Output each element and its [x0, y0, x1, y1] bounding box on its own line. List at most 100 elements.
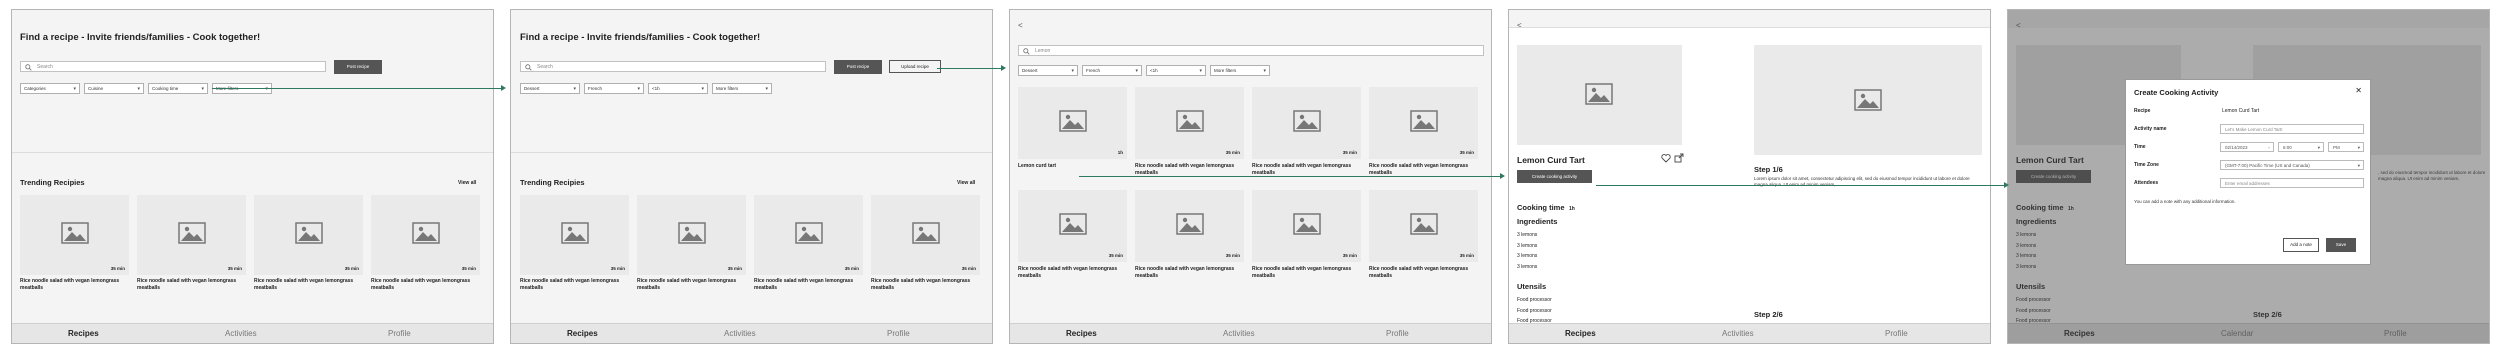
screen-home: Find a recipe - Invite friends/families …: [11, 9, 494, 344]
nav-profile[interactable]: Profile: [1885, 329, 1908, 338]
recipe-card-image[interactable]: 35 min: [1018, 190, 1127, 262]
filter-cuisine[interactable]: French ▾: [584, 83, 644, 94]
nav-activities[interactable]: Activities: [1722, 329, 1754, 338]
post-recipe-button[interactable]: Post recipe: [334, 60, 382, 74]
recipe-card-image[interactable]: 35 min: [254, 195, 363, 275]
nav-profile[interactable]: Profile: [1386, 329, 1409, 338]
view-all-link[interactable]: View all: [458, 180, 476, 186]
card-caption[interactable]: Rice noodle salad with vegan lemongrass …: [254, 278, 363, 291]
filter-cuisine[interactable]: Cuisine ▾: [84, 83, 144, 94]
recipe-card-image[interactable]: 35 min: [1135, 190, 1244, 262]
filter-more[interactable]: More filters▾: [1210, 65, 1270, 76]
activity-name-input[interactable]: Let's Make Lemon Curd Tart!: [2220, 124, 2364, 134]
card-caption[interactable]: Rice noodle salad with vegan lemongrass …: [20, 278, 129, 291]
nav-recipes[interactable]: Recipes: [1066, 329, 1097, 338]
nav-activities[interactable]: Activities: [225, 329, 257, 338]
utensils-heading: Utensils: [1517, 282, 1547, 291]
filter-categories[interactable]: Categories ▾: [20, 83, 80, 94]
recipe-card-image[interactable]: 1h: [1018, 87, 1127, 159]
ingredient-item: 3 lemons: [1517, 242, 1538, 249]
step-heading: Step 1/6: [1754, 165, 1783, 174]
search-input[interactable]: Search: [20, 61, 326, 72]
filter-category[interactable]: Dessert ▾: [520, 83, 580, 94]
recipe-card-image[interactable]: 35 min: [1135, 87, 1244, 159]
attendees-input[interactable]: Enter email addresses: [2220, 178, 2364, 188]
recipe-card-image[interactable]: 35 min: [637, 195, 746, 275]
upload-recipe-button[interactable]: Upload recipe: [889, 60, 941, 73]
card-time: 1h: [1117, 150, 1123, 155]
create-activity-button[interactable]: Create cooking activity: [1517, 170, 1592, 183]
top-bar: [1509, 10, 1990, 28]
share-icon[interactable]: [1674, 153, 1684, 163]
recipe-card-image[interactable]: 35 min: [371, 195, 480, 275]
recipe-card-image[interactable]: 35 min: [1252, 190, 1361, 262]
ampm-select[interactable]: PM ▾: [2328, 142, 2364, 152]
card-caption[interactable]: Rice noodle salad with vegan lemongrass …: [637, 278, 746, 291]
card-caption[interactable]: Rice noodle salad with vegan lemongrass …: [137, 278, 246, 291]
recipe-card-image[interactable]: 35 min: [1369, 190, 1478, 262]
card-caption[interactable]: Rice noodle salad with vegan lemongrass …: [1252, 163, 1361, 176]
trending-heading: Trending Recipies: [520, 178, 585, 187]
step-text: Lorem ipsum dolor sit amet, consectetur …: [1754, 176, 1970, 187]
save-button[interactable]: Save: [2326, 238, 2356, 252]
timezone-select[interactable]: (GMT-7:00) Pacific Time (US and Canada) ▾: [2220, 160, 2364, 170]
card-caption[interactable]: Rice noodle salad with vegan lemongrass …: [1018, 266, 1127, 279]
filter-category[interactable]: Dessert ▾: [1018, 65, 1078, 76]
nav-recipes[interactable]: Recipes: [68, 329, 99, 338]
post-recipe-button[interactable]: Post recipe: [834, 60, 882, 74]
search-input[interactable]: Search: [520, 61, 826, 72]
search-icon: [525, 64, 532, 71]
nav-recipes[interactable]: Recipes: [567, 329, 598, 338]
recipe-card-image[interactable]: 35 min: [871, 195, 980, 275]
card-caption[interactable]: Rice noodle salad with vegan lemongrass …: [1135, 266, 1244, 279]
view-all-link[interactable]: View all: [957, 180, 975, 186]
date-picker[interactable]: 02/14/2023 ▫: [2220, 142, 2274, 152]
image-placeholder-icon: [1293, 213, 1321, 235]
ingredient-item: 3 lemons: [1517, 232, 1538, 238]
recipe-card-image[interactable]: 35 min: [20, 195, 129, 275]
card-caption[interactable]: Rice noodle salad with vegan lemongrass …: [1369, 266, 1478, 279]
recipe-card-image[interactable]: 35 min: [754, 195, 863, 275]
add-note-button[interactable]: Add a note: [2283, 238, 2319, 252]
chevron-down-icon: ▾: [1199, 68, 1202, 74]
filter-cooking-time[interactable]: <1h ▾: [1146, 65, 1206, 76]
card-caption[interactable]: Rice noodle salad with vegan lemongrass …: [371, 278, 480, 291]
search-input[interactable]: Lemon: [1018, 45, 1484, 56]
filter-cooking-time[interactable]: Cooking time ▾: [148, 83, 208, 94]
card-time: 35 min: [227, 266, 242, 271]
card-caption[interactable]: Rice noodle salad with vegan lemongrass …: [1369, 163, 1478, 176]
flow-arrow-3: [1079, 176, 1502, 177]
back-icon[interactable]: <: [1018, 21, 1023, 30]
close-icon[interactable]: ✕: [2355, 86, 2362, 95]
chevron-down-icon: ▾: [1071, 68, 1074, 74]
card-caption[interactable]: Rice noodle salad with vegan lemongrass …: [754, 278, 863, 291]
card-caption[interactable]: Lemon curd tart: [1018, 163, 1127, 170]
card-caption[interactable]: Rice noodle salad with vegan lemongrass …: [520, 278, 629, 291]
recipe-card-image[interactable]: 35 min: [137, 195, 246, 275]
chevron-down-icon: ▾: [137, 86, 140, 92]
recipe-card-image[interactable]: 35 min: [1369, 87, 1478, 159]
time-picker[interactable]: 6:00 ▾: [2278, 142, 2324, 152]
search-icon: [25, 64, 32, 71]
filter-cooking-time[interactable]: <1h ▾: [648, 83, 708, 94]
nav-recipes[interactable]: Recipes: [1565, 329, 1596, 338]
nav-profile[interactable]: Profile: [388, 329, 411, 338]
utensil-item: Food processor: [1517, 297, 1552, 303]
flow-arrow-2: [937, 68, 1003, 69]
card-time: 35 min: [461, 266, 476, 271]
filter-more[interactable]: More filters▾: [712, 83, 772, 94]
recipe-card-image[interactable]: 35 min: [520, 195, 629, 275]
recipe-card-image[interactable]: 35 min: [1252, 87, 1361, 159]
card-caption[interactable]: Rice noodle salad with vegan lemongrass …: [1135, 163, 1244, 176]
nav-activities[interactable]: Activities: [1223, 329, 1255, 338]
nav-activities[interactable]: Activities: [724, 329, 756, 338]
card-caption[interactable]: Rice noodle salad with vegan lemongrass …: [1252, 266, 1361, 279]
image-placeholder-icon: [178, 222, 206, 244]
filter-cuisine[interactable]: French ▾: [1082, 65, 1142, 76]
card-time: 35 min: [727, 266, 742, 271]
heart-icon[interactable]: [1661, 153, 1671, 163]
ingredients-heading: Ingredients: [1517, 217, 1558, 226]
nav-profile[interactable]: Profile: [887, 329, 910, 338]
card-caption[interactable]: Rice noodle salad with vegan lemongrass …: [871, 278, 980, 291]
card-time: 35 min: [1225, 253, 1240, 258]
